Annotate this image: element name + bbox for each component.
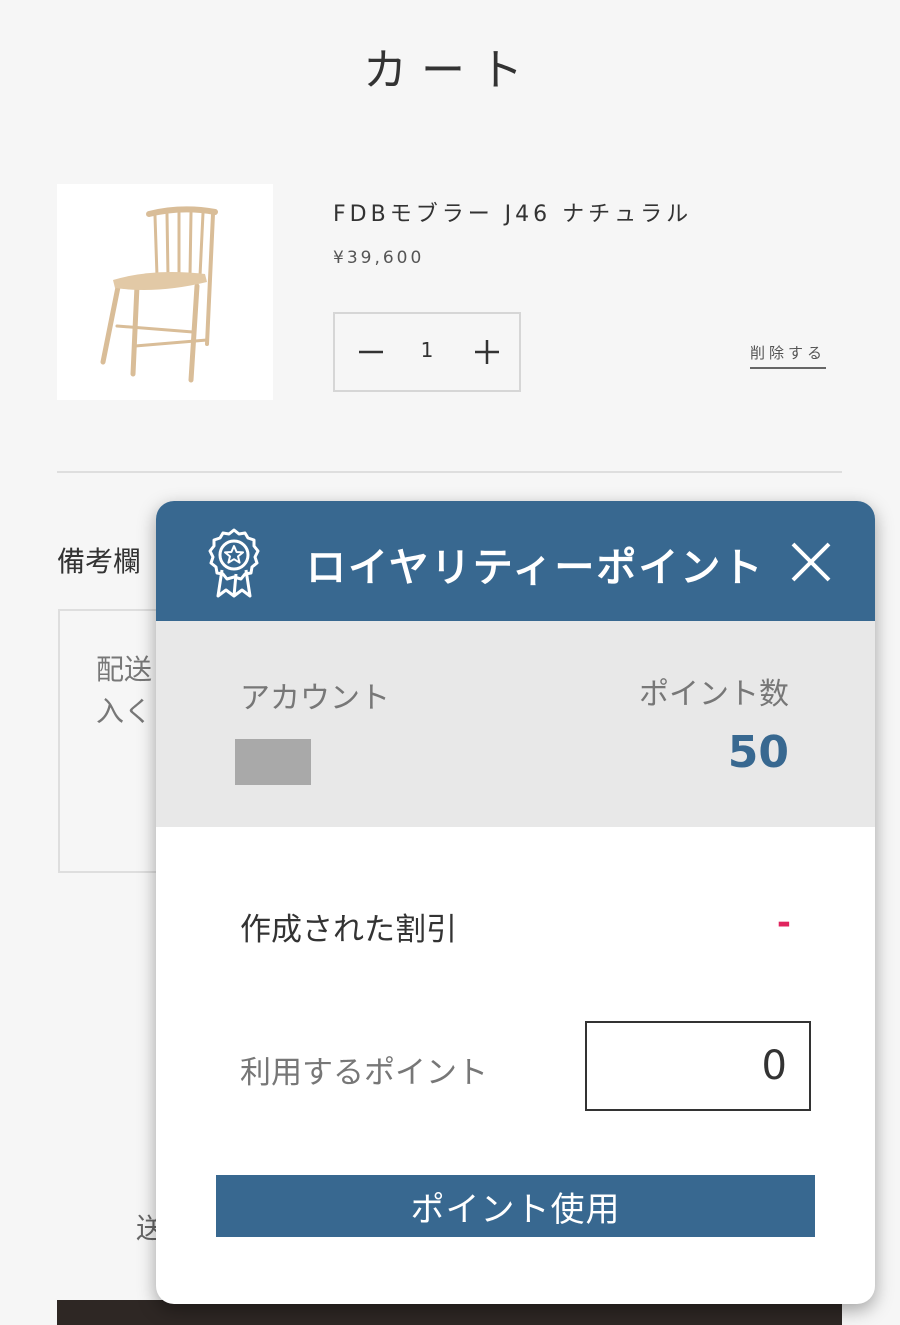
account-summary: アカウント ポイント数 50	[156, 621, 875, 827]
plus-icon	[475, 340, 499, 364]
decrease-quantity-button[interactable]	[351, 332, 391, 372]
award-badge-icon	[208, 528, 260, 598]
points-balance: 50	[727, 727, 789, 778]
remove-item-link[interactable]: 削除する	[750, 342, 827, 369]
popup-title: ロイヤリティーポイント	[306, 545, 765, 591]
use-points-label: 利用するポイント	[240, 1055, 488, 1091]
use-points-input[interactable]	[585, 1021, 811, 1111]
notes-label: 備考欄	[57, 545, 142, 578]
discount-value: -	[776, 903, 791, 943]
page-title: カート	[363, 45, 537, 96]
quantity-stepper: 1	[333, 312, 521, 392]
account-value-redacted	[235, 739, 311, 785]
popup-header: ロイヤリティーポイント	[156, 501, 875, 621]
product-price: ¥39,600	[333, 248, 425, 268]
divider	[57, 471, 842, 473]
account-label: アカウント	[240, 681, 390, 716]
discount-label: 作成された割引	[240, 912, 457, 948]
increase-quantity-button[interactable]	[467, 332, 507, 372]
product-image[interactable]	[57, 184, 273, 400]
points-label: ポイント数	[639, 677, 789, 712]
chair-image	[100, 206, 218, 383]
close-icon[interactable]	[788, 539, 834, 585]
product-name[interactable]: FDBモブラー J46 ナチュラル	[333, 196, 692, 228]
minus-icon	[359, 350, 383, 354]
loyalty-points-popup: ロイヤリティーポイント アカウント ポイント数 50 作成された割引 - 利用す…	[156, 501, 875, 1304]
quantity-value[interactable]: 1	[407, 338, 447, 362]
apply-points-button[interactable]: ポイント使用	[216, 1175, 815, 1237]
